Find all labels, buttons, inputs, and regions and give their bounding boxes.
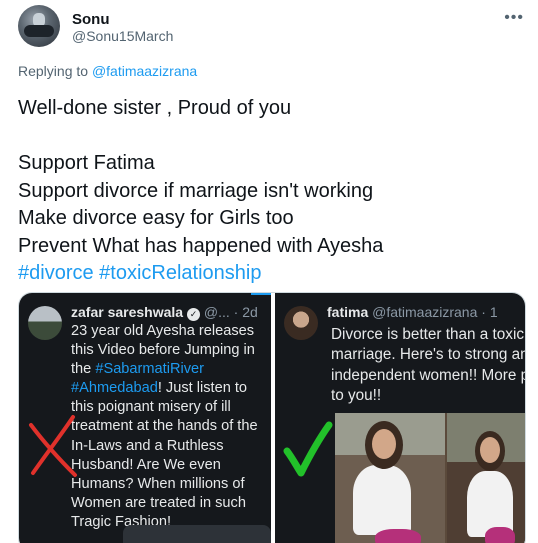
embedded-time: · 2d: [233, 304, 258, 320]
photo-person-face: [480, 437, 500, 463]
author-name[interactable]: Sonu: [72, 11, 110, 28]
media-image-left[interactable]: zafar sareshwala ✓ @... · 2d 23 year old…: [19, 293, 271, 543]
replying-handle-link[interactable]: @fatimaazizrana: [92, 63, 197, 79]
verified-icon: ✓: [186, 308, 200, 321]
tweet-line: Support divorce if marriage isn't workin…: [18, 179, 374, 202]
embedded-hashtag: #SabarmatiRiver: [95, 361, 205, 378]
embedded-time: · 1: [481, 304, 498, 320]
replying-prefix: Replying to: [18, 63, 92, 79]
tweet-text: Well-done sister , Proud of you Support …: [18, 95, 523, 288]
embedded-hashtag: #Ahmedabad: [71, 380, 158, 397]
embedded-avatar: [284, 306, 318, 340]
video-thumbnail: [123, 525, 271, 543]
photo-cake: [375, 529, 421, 543]
tweet-line: Well-done sister , Proud of you: [18, 97, 292, 119]
embedded-text-part: ! Just listen to this poignant misery of…: [71, 380, 258, 530]
red-cross-mark-icon: [29, 415, 77, 477]
embedded-text: Divorce is better than a toxic marriage.…: [331, 326, 525, 404]
embedded-text: 23 year old Ayesha releases this Video b…: [71, 322, 271, 532]
media-image-right[interactable]: fatima @fatimaazizrana · 1 Divorce is be…: [275, 293, 525, 543]
embedded-name: zafar sareshwala: [71, 304, 184, 320]
avatar-bike: [24, 25, 54, 37]
green-check-mark-icon: [283, 421, 333, 477]
photo-cake: [485, 527, 515, 543]
author-handle[interactable]: @Sonu15March: [72, 28, 173, 44]
video-progress: [251, 293, 271, 295]
photo-person-face: [372, 429, 396, 459]
embedded-avatar: [28, 306, 62, 340]
embedded-handle: @fatimaazizrana: [372, 304, 478, 320]
photo-person: [353, 465, 411, 535]
avatar[interactable]: [18, 5, 60, 47]
embedded-header: zafar sareshwala ✓ @... · 2d: [71, 304, 258, 321]
embedded-photo: [335, 413, 525, 543]
tweet-header: Sonu @Sonu15March •••: [18, 5, 528, 49]
hashtags-link[interactable]: #divorce #toxicRelationship: [18, 260, 523, 288]
tweet-line: Make divorce easy for Girls too: [18, 207, 294, 229]
tweet-line: Support Fatima: [18, 152, 155, 174]
more-options-icon[interactable]: •••: [504, 9, 524, 27]
replying-to: Replying to @fatimaazizrana: [18, 63, 197, 79]
embedded-name: fatima: [327, 304, 369, 320]
embedded-handle: @...: [203, 304, 230, 320]
embedded-header: fatima @fatimaazizrana · 1: [327, 304, 498, 320]
tweet-line: Prevent What has happened with Ayesha: [18, 234, 384, 257]
media-attachment[interactable]: zafar sareshwala ✓ @... · 2d 23 year old…: [18, 292, 526, 543]
